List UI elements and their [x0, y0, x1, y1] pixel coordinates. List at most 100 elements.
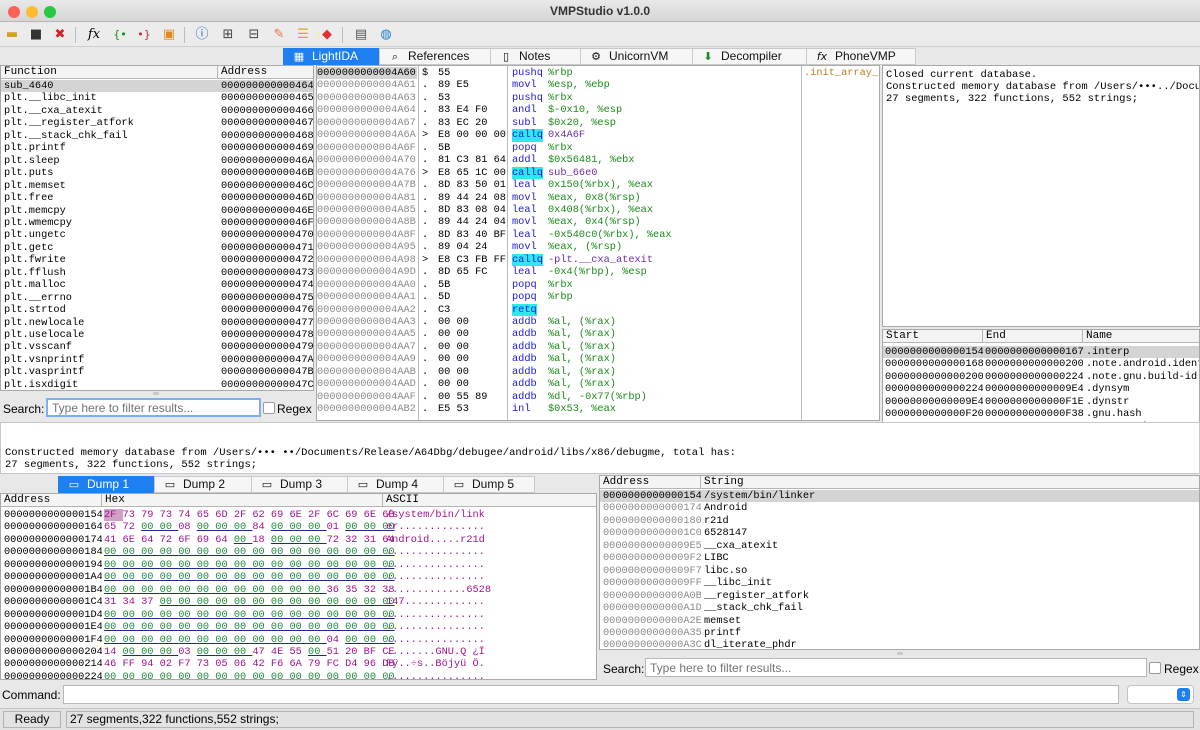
- table-row[interactable]: 0000000000000A0B __register_atfork: [600, 590, 1199, 602]
- table-row[interactable]: plt.fflush 0000000000004730: [1, 267, 313, 279]
- dump-row[interactable]: 0000000000000174 41 6E 64 72 6F 69 64 00 …: [1, 534, 596, 546]
- table-row[interactable]: 00000000000009F2 LIBC: [600, 552, 1199, 564]
- disasm-row[interactable]: 0000000000004AA2. C3 retq: [317, 303, 801, 316]
- table-row[interactable]: plt.strtod 0000000000004760: [1, 304, 313, 316]
- table-row[interactable]: plt.newlocale 0000000000004770: [1, 317, 313, 329]
- table-row[interactable]: plt.getc 0000000000004710: [1, 242, 313, 254]
- dump-row[interactable]: 0000000000000184 00 00 00 00 00 00 00 00 …: [1, 546, 596, 558]
- table-row[interactable]: 00000000000009FF __libc_init: [600, 577, 1199, 589]
- disasm-row[interactable]: 0000000000004A76 > E8 65 1C 00 callq sub_66e…: [317, 166, 801, 180]
- table-row[interactable]: 0000000000000A1D __stack_chk_fail: [600, 602, 1199, 614]
- function-icon[interactable]: fx: [85, 26, 103, 44]
- disasm-row[interactable]: 0000000000004AAF. 00 55 89 addb %dl, -0x77(…: [317, 391, 801, 403]
- database-icon[interactable]: ☰: [294, 26, 312, 44]
- table-row[interactable]: plt.vasprintf 00000000000047B0: [1, 366, 313, 378]
- table-row[interactable]: plt.fwrite 0000000000004720: [1, 254, 313, 266]
- dump-row[interactable]: 0000000000000214 46 FF 94 02 F7 73 05 06 …: [1, 658, 596, 670]
- table-row[interactable]: plt.printf 0000000000004690: [1, 142, 313, 154]
- disasm-row[interactable]: 0000000000004AA9. 00 00 addb %al, (%rax): [317, 353, 801, 365]
- disasm-row[interactable]: 0000000000004A63. 53 pushq %rbx: [317, 92, 801, 104]
- table-row[interactable]: 0000000000000F20 0000000000000F38 .gnu.has…: [883, 408, 1199, 420]
- table-row[interactable]: plt.malloc 0000000000004740: [1, 279, 313, 291]
- info-icon[interactable]: ⓘ: [193, 26, 211, 44]
- dump-row[interactable]: 0000000000000164 65 72 00 00 08 00 00 00 …: [1, 521, 596, 533]
- column-header-name[interactable]: Name: [1083, 330, 1199, 343]
- tab-decompiler[interactable]: ⬇ Decompiler: [692, 48, 806, 65]
- tab-dump-5[interactable]: ▭ Dump 5: [443, 476, 535, 493]
- table-row[interactable]: plt.sleep 00000000000046A0: [1, 155, 313, 167]
- table-row[interactable]: plt.puts 00000000000046B0: [1, 167, 313, 179]
- step-in-icon[interactable]: {•: [111, 26, 129, 44]
- disasm-row[interactable]: 0000000000004A6F. 5B popq %rbx: [317, 142, 801, 154]
- tab-notes[interactable]: ▯ Notes: [490, 48, 580, 65]
- disasm-row[interactable]: 0000000000004AA7. 00 00 addb %al, (%rax): [317, 341, 801, 353]
- table-row[interactable]: plt.wmemcpy 00000000000046F0: [1, 217, 313, 229]
- patch-icon[interactable]: ✎: [270, 26, 288, 44]
- column-header-hex[interactable]: Hex: [102, 494, 383, 507]
- table-row[interactable]: 0000000000000168 0000000000000200 .note.an…: [883, 358, 1199, 370]
- table-row[interactable]: 0000000000000224 00000000000009E4 .dynsym: [883, 383, 1199, 395]
- disasm-row[interactable]: 0000000000004A70. 81 C3 81 64 addl $0x56481…: [317, 154, 801, 166]
- table-row[interactable]: plt.vsscanf 0000000000004790: [1, 341, 313, 353]
- dump-row[interactable]: 0000000000000194 00 00 00 00 00 00 00 00 …: [1, 559, 596, 571]
- disasm-row[interactable]: 0000000000004A9D. 8D 65 FC leal -0x4(%rbp),…: [317, 266, 801, 278]
- table-row[interactable]: 0000000000000A35 printf: [600, 627, 1199, 639]
- open-icon[interactable]: ▬: [3, 26, 21, 44]
- table-row[interactable]: 00000000000009E4 0000000000000F1E .dynstr: [883, 396, 1199, 408]
- column-header-end[interactable]: End: [983, 330, 1083, 343]
- eraser-icon[interactable]: ◆: [318, 26, 336, 44]
- disasm-row[interactable]: 0000000000004A61. 89 E5 movl %esp, %ebp: [317, 79, 801, 91]
- disasm-row[interactable]: 0000000000004A8B. 89 44 24 04 movl %eax, 0x…: [317, 216, 801, 228]
- table-row[interactable]: plt.__cxa_atexit 0000000000004660: [1, 105, 313, 117]
- save-icon[interactable]: ■: [27, 26, 45, 44]
- disasm-row[interactable]: 0000000000004A60 $55 pushq %rbp: [317, 67, 801, 80]
- tab-dump-4[interactable]: ▭ Dump 4: [347, 476, 443, 493]
- column-header-address[interactable]: Address: [218, 66, 313, 79]
- disasm-row[interactable]: 0000000000004AA5. 00 00 addb %al, (%rax): [317, 328, 801, 340]
- function-search-input[interactable]: [46, 398, 261, 417]
- table-row[interactable]: plt.__stack_chk_fail 0000000000004680: [1, 130, 313, 142]
- dump-row[interactable]: 0000000000000224 00 00 00 00 00 00 00 00 …: [1, 671, 596, 679]
- tab-dump-1[interactable]: ▭ Dump 1: [58, 476, 154, 493]
- tab-phonevmp[interactable]: fx PhoneVMP: [806, 48, 916, 65]
- table-row[interactable]: plt.uselocale 0000000000004780: [1, 329, 313, 341]
- graph2-icon[interactable]: ⊟: [245, 26, 263, 44]
- disasm-row[interactable]: 0000000000004A64. 83 E4 F0 andl $-0x10, %es…: [317, 104, 801, 116]
- table-row[interactable]: plt.vsnprintf 00000000000047A0: [1, 354, 313, 366]
- table-row[interactable]: plt.free 00000000000046D0: [1, 192, 313, 204]
- tab-dump-2[interactable]: ▭ Dump 2: [154, 476, 251, 493]
- dump-row[interactable]: 0000000000000204 14 00 00 00 03 00 00 00 …: [1, 646, 596, 658]
- tab-lightida[interactable]: ▦ LightIDA: [283, 48, 379, 65]
- table-row[interactable]: plt.__register_atfork 0000000000004670: [1, 117, 313, 129]
- tab-dump-3[interactable]: ▭ Dump 3: [251, 476, 347, 493]
- table-row[interactable]: 00000000000009E5 __cxa_atexit: [600, 540, 1199, 552]
- disasm-row[interactable]: 0000000000004AA3. 00 00 addb %al, (%rax): [317, 316, 801, 328]
- table-row[interactable]: 00000000000001C0 6528147: [600, 527, 1199, 539]
- disasm-row[interactable]: 0000000000004AA1. 5D popq %rbp: [317, 291, 801, 303]
- bookmark-icon[interactable]: ▣: [160, 26, 178, 44]
- graph-icon[interactable]: ⊞: [219, 26, 237, 44]
- disasm-row[interactable]: 0000000000004A95. 89 04 24 movl %eax, (%rsp…: [317, 241, 801, 253]
- globe-icon[interactable]: ◍: [377, 26, 395, 44]
- disasm-row[interactable]: 0000000000004AAD. 00 00 addb %al, (%rax): [317, 378, 801, 390]
- tab-references[interactable]: ⌕ References: [379, 48, 490, 65]
- disasm-row[interactable]: 0000000000004AA0. 5B popq %rbx: [317, 279, 801, 291]
- table-row[interactable]: 0000000000000174 Android: [600, 502, 1199, 514]
- column-header-ascii[interactable]: ASCII: [383, 494, 596, 507]
- command-input[interactable]: [63, 685, 1119, 704]
- table-row[interactable]: 0000000000000A3C dl_iterate_phdr: [600, 639, 1199, 649]
- strings-regex-checkbox[interactable]: [1149, 662, 1161, 674]
- table-row[interactable]: 0000000000000200 0000000000000224 .note.gn…: [883, 371, 1199, 383]
- strings-search-input[interactable]: [645, 658, 1147, 677]
- step-out-icon[interactable]: •}: [135, 26, 153, 44]
- table-row[interactable]: plt.isxdigit 00000000000047C0: [1, 379, 313, 390]
- command-dropdown[interactable]: ⇕: [1127, 685, 1194, 704]
- table-row[interactable]: plt.memcpy 00000000000046E0: [1, 205, 313, 217]
- column-header-function[interactable]: Function: [1, 66, 218, 79]
- dump-row[interactable]: 00000000000001A4 00 00 00 00 00 00 00 00 …: [1, 571, 596, 583]
- table-row[interactable]: plt.ungetc 0000000000004700: [1, 229, 313, 241]
- close-icon[interactable]: ✖: [51, 26, 69, 44]
- disasm-row[interactable]: 0000000000004A85. 8D 83 08 04 leal 0x408(%r…: [317, 204, 801, 216]
- dump-row[interactable]: 00000000000001C4 31 34 37 00 00 00 00 00 …: [1, 596, 596, 608]
- disasm-row[interactable]: 0000000000004AB2. E5 53 inl $0x53, %eax: [317, 403, 801, 415]
